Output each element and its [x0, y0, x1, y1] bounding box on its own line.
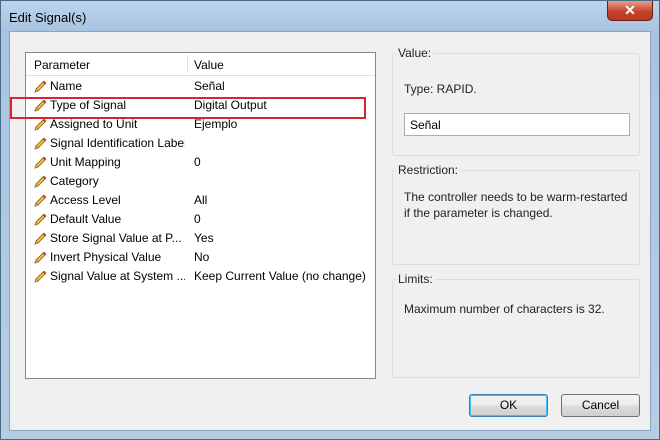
row-parameter-name: Store Signal Value at P...	[50, 231, 182, 245]
grid-row[interactable]: Signal Identification Label	[26, 134, 375, 153]
row-parameter-value: All	[194, 193, 208, 207]
grid-header: Parameter Value	[26, 53, 375, 76]
dialog-body: Parameter Value Name Señal Type of Signal D…	[9, 31, 651, 431]
pencil-icon	[33, 194, 47, 208]
pencil-icon	[33, 137, 47, 151]
row-parameter-name: Category	[50, 174, 99, 188]
edit-signals-dialog: Edit Signal(s) ✕ Parameter Value Name Señ…	[0, 0, 660, 440]
pencil-icon	[33, 251, 47, 265]
row-parameter-name: Default Value	[50, 212, 122, 226]
restriction-panel: Restriction: The controller needs to be …	[392, 163, 642, 265]
ok-button[interactable]: OK	[469, 394, 548, 417]
column-separator[interactable]	[187, 55, 188, 73]
row-parameter-value: Yes	[194, 231, 214, 245]
limits-panel-frame	[392, 279, 640, 378]
close-icon: ✕	[624, 2, 636, 18]
row-parameter-name: Name	[50, 79, 83, 93]
close-button[interactable]: ✕	[607, 1, 653, 21]
pencil-icon	[33, 175, 47, 189]
row-parameter-value: Keep Current Value (no change)	[194, 269, 366, 283]
grid-row[interactable]: Signal Value at System ... Keep Current V…	[26, 267, 375, 286]
grid-row[interactable]: Unit Mapping 0	[26, 153, 375, 172]
header-value[interactable]: Value	[194, 58, 224, 72]
limits-panel: Limits: Maximum number of characters is …	[392, 272, 642, 378]
value-panel-frame	[392, 53, 640, 156]
restriction-panel-label: Restriction:	[396, 163, 461, 177]
row-parameter-name: Invert Physical Value	[50, 250, 162, 264]
restriction-text: The controller needs to be warm-restarte…	[404, 190, 628, 220]
row-parameter-value: Ejemplo	[194, 117, 238, 131]
row-parameter-name: Signal Value at System ...	[50, 269, 185, 283]
row-parameter-name: Unit Mapping	[50, 155, 121, 169]
value-panel: Value: Type: RAPID. Señal	[392, 46, 642, 156]
row-parameter-name: Assigned to Unit	[50, 117, 138, 131]
grid-row[interactable]: Access Level All	[26, 191, 375, 210]
window-title: Edit Signal(s)	[9, 10, 87, 25]
grid-row[interactable]: Default Value 0	[26, 210, 375, 229]
row-parameter-value: 0	[194, 212, 201, 226]
row-parameter-value: Señal	[194, 79, 225, 93]
row-parameter-name: Signal Identification Label	[50, 136, 185, 150]
grid-row[interactable]: Name Señal	[26, 77, 375, 96]
pencil-icon	[33, 118, 47, 132]
pencil-icon	[33, 270, 47, 284]
grid-row[interactable]: Category	[26, 172, 375, 191]
row-parameter-name: Access Level	[50, 193, 121, 207]
header-parameter[interactable]: Parameter	[34, 58, 90, 72]
pencil-icon	[33, 213, 47, 227]
value-panel-label: Value:	[396, 46, 434, 60]
row-parameter-value: No	[194, 250, 210, 264]
limits-panel-label: Limits:	[396, 272, 435, 286]
row-parameter-value: 0	[194, 155, 201, 169]
title-bar[interactable]: Edit Signal(s) ✕	[1, 1, 659, 31]
pencil-icon	[33, 156, 47, 170]
selection-highlight	[10, 97, 366, 119]
cancel-button[interactable]: Cancel	[561, 394, 640, 417]
grid-row[interactable]: Store Signal Value at P... Yes	[26, 229, 375, 248]
grid-row[interactable]: Invert Physical Value No	[26, 248, 375, 267]
value-input[interactable]: Señal	[404, 113, 630, 136]
value-type-text: Type: RAPID.	[404, 82, 477, 96]
pencil-icon	[33, 232, 47, 246]
pencil-icon	[33, 80, 47, 94]
limits-text: Maximum number of characters is 32.	[404, 302, 605, 316]
